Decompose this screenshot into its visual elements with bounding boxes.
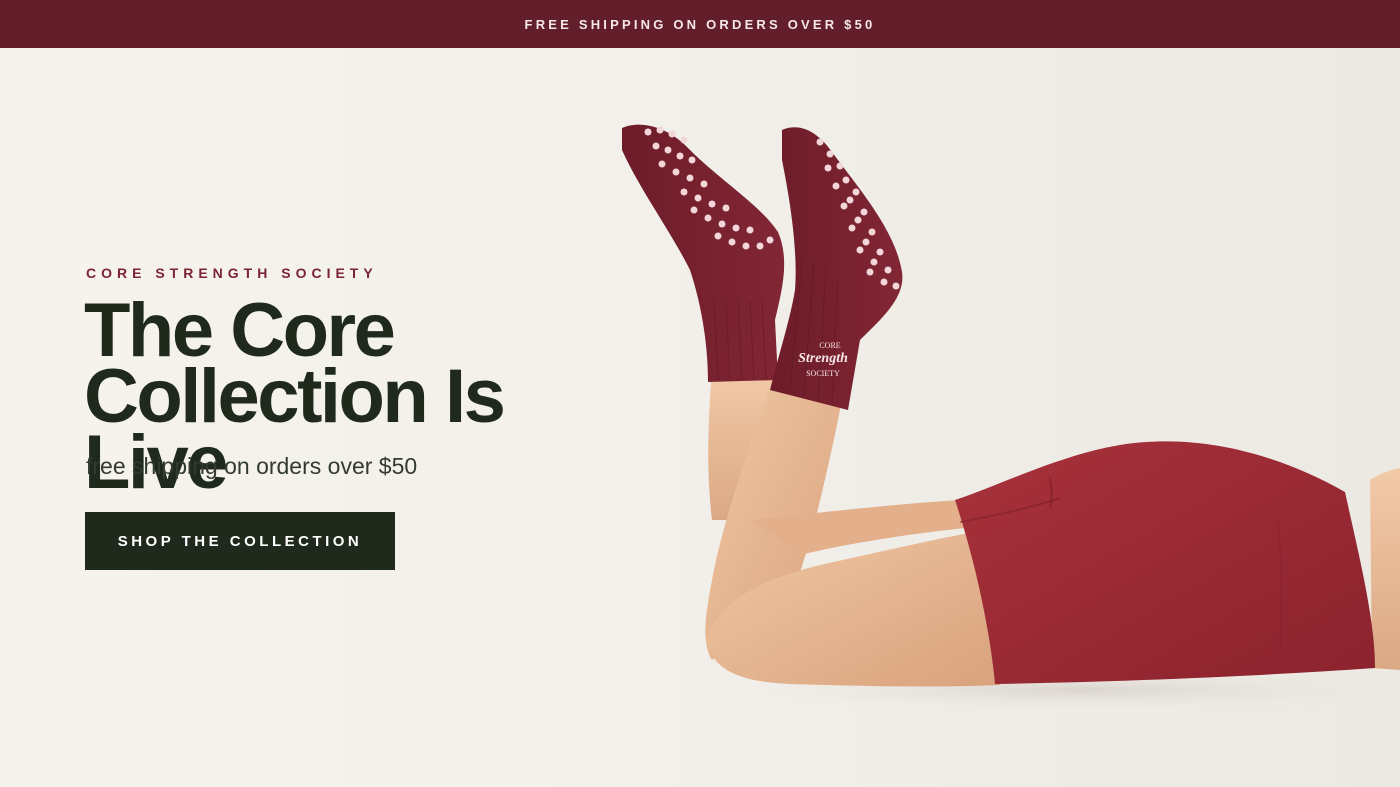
shop-collection-button[interactable]: SHOP THE COLLECTION — [85, 512, 395, 570]
hero-headline-line2: Collection Is Live — [84, 354, 506, 505]
hero-subhead: free shipping on orders over $50 — [86, 453, 418, 479]
svg-text:CORE: CORE — [819, 341, 840, 350]
svg-text:SOCIETY: SOCIETY — [806, 369, 840, 378]
announcement-text: FREE SHIPPING ON ORDERS OVER $50 — [524, 16, 876, 32]
hero-image: CORE Strength SOCIETY — [622, 124, 1400, 712]
announcement-bar: FREE SHIPPING ON ORDERS OVER $50 — [0, 0, 1400, 48]
shop-collection-label: SHOP THE COLLECTION — [117, 532, 363, 550]
hero-banner: CORE Strength SOCIETY CORE STRENGTH SOCI… — [0, 48, 1400, 787]
svg-text:Strength: Strength — [798, 351, 848, 366]
hero-eyebrow: CORE STRENGTH SOCIETY — [86, 265, 378, 281]
